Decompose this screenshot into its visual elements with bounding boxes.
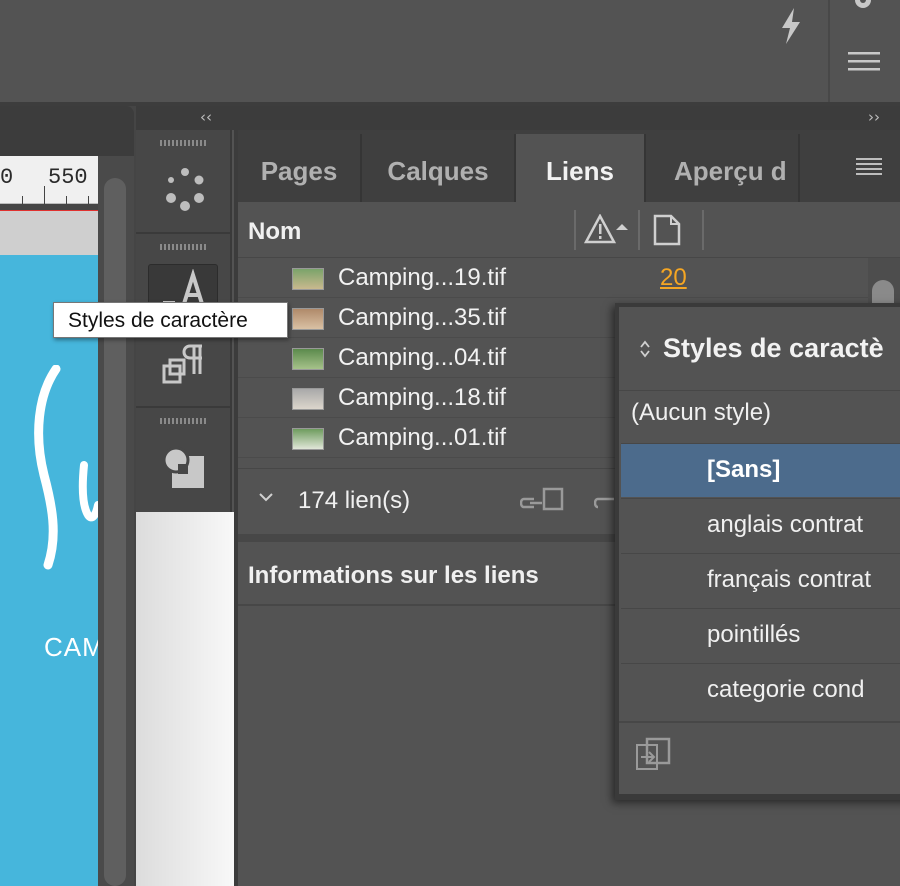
column-separator[interactable] [702, 210, 704, 250]
image-thumbnail [292, 268, 324, 290]
panel-group [136, 130, 230, 234]
drag-grip[interactable] [160, 140, 206, 146]
style-item[interactable]: anglais contrat [621, 498, 900, 552]
image-thumbnail [292, 428, 324, 450]
links-count: 174 lien(s) [298, 487, 411, 514]
image-thumbnail [292, 388, 324, 410]
ruler-tick [44, 186, 45, 204]
document-page[interactable]: CAM [0, 255, 98, 886]
link-filename: Camping...01.tif [338, 424, 507, 451]
gear-icon[interactable] [848, 0, 878, 12]
horizontal-ruler[interactable]: 0 550 [0, 156, 106, 204]
ruler-tick [22, 196, 23, 204]
lightning-icon[interactable] [776, 6, 806, 46]
style-item[interactable]: français contrat [621, 553, 900, 607]
link-filename: Camping...18.tif [338, 384, 507, 411]
style-item[interactable]: pointillés [621, 608, 900, 662]
link-page-number[interactable]: 20 [660, 264, 687, 292]
drag-grip[interactable] [160, 418, 206, 424]
tab-calques[interactable]: Calques [362, 134, 516, 202]
column-separator[interactable] [638, 210, 640, 250]
tab-apercu[interactable]: Aperçu d [646, 134, 800, 202]
document-scroll-thumb[interactable] [104, 178, 126, 886]
panel-group [136, 408, 230, 512]
image-thumbnail [292, 308, 324, 330]
shape-icon[interactable] [162, 446, 206, 490]
tooltip-text: Styles de caractère [68, 309, 248, 332]
spinner-dots-icon[interactable] [162, 166, 208, 212]
ruler-label-550: 550 [48, 165, 88, 190]
pasteboard [0, 211, 98, 255]
warning-sort-icon[interactable] [584, 214, 628, 246]
toolbar-divider [828, 0, 830, 102]
column-name-header[interactable]: Nom [248, 218, 301, 246]
links-column-header: Nom [238, 202, 900, 258]
page-icon[interactable] [652, 214, 682, 246]
character-styles-title: Styles de caractè [663, 333, 884, 363]
style-label: anglais contrat [707, 511, 864, 538]
style-item[interactable]: categorie cond [621, 663, 900, 717]
collapse-left-icon[interactable]: ‹‹ [200, 108, 212, 126]
style-label: [Sans] [707, 456, 781, 483]
ruler-label-previous: 0 [0, 165, 14, 190]
up-down-icon[interactable] [639, 339, 651, 359]
link-filename: Camping...19.tif [338, 264, 507, 291]
character-styles-panel: Styles de caractè (Aucun style) [Sans] a… [615, 303, 900, 800]
new-style-icon[interactable] [635, 737, 671, 771]
tab-liens[interactable]: Liens [516, 134, 646, 202]
style-item[interactable]: [Sans] [621, 443, 900, 497]
character-styles-footer [619, 721, 900, 787]
ruler-tick [66, 196, 67, 204]
link-filename: Camping...04.tif [338, 344, 507, 371]
paragraph-styles-icon[interactable] [160, 344, 208, 390]
application-bar [0, 0, 900, 102]
style-label: français contrat [707, 566, 872, 593]
logo-script-graphic [34, 365, 98, 570]
relink-icon[interactable] [520, 487, 566, 515]
image-thumbnail [292, 348, 324, 370]
tooltip: Styles de caractère [53, 302, 288, 338]
hamburger-menu-icon[interactable] [848, 52, 880, 72]
document-area: 0 550 CAM [0, 106, 136, 886]
canvas-edge [136, 512, 234, 886]
link-info-title: Informations sur les liens [248, 562, 539, 589]
document-text: CAM [44, 632, 98, 662]
panel-tab-bar: Pages Calques Liens Aperçu d [238, 130, 900, 202]
style-label: categorie cond [707, 676, 865, 703]
style-label: pointillés [707, 621, 801, 648]
tab-pages[interactable]: Pages [238, 134, 362, 202]
goto-link-icon[interactable] [594, 487, 614, 515]
list-item[interactable]: Camping...19.tif 20 [238, 258, 868, 298]
link-filename: Camping...35.tif [338, 304, 507, 331]
style-none[interactable]: (Aucun style) [631, 399, 771, 427]
expand-right-icon[interactable]: ›› [868, 108, 880, 126]
column-separator[interactable] [574, 210, 576, 250]
character-styles-header[interactable]: Styles de caractè [619, 307, 900, 391]
panel-dock-header: ‹‹ ›› [136, 106, 900, 130]
ruler-tick [88, 196, 89, 204]
document-tab-strip[interactable] [0, 106, 134, 156]
drag-grip[interactable] [160, 244, 206, 250]
panel-menu-icon[interactable] [856, 158, 882, 176]
chevron-down-icon[interactable] [258, 489, 274, 505]
